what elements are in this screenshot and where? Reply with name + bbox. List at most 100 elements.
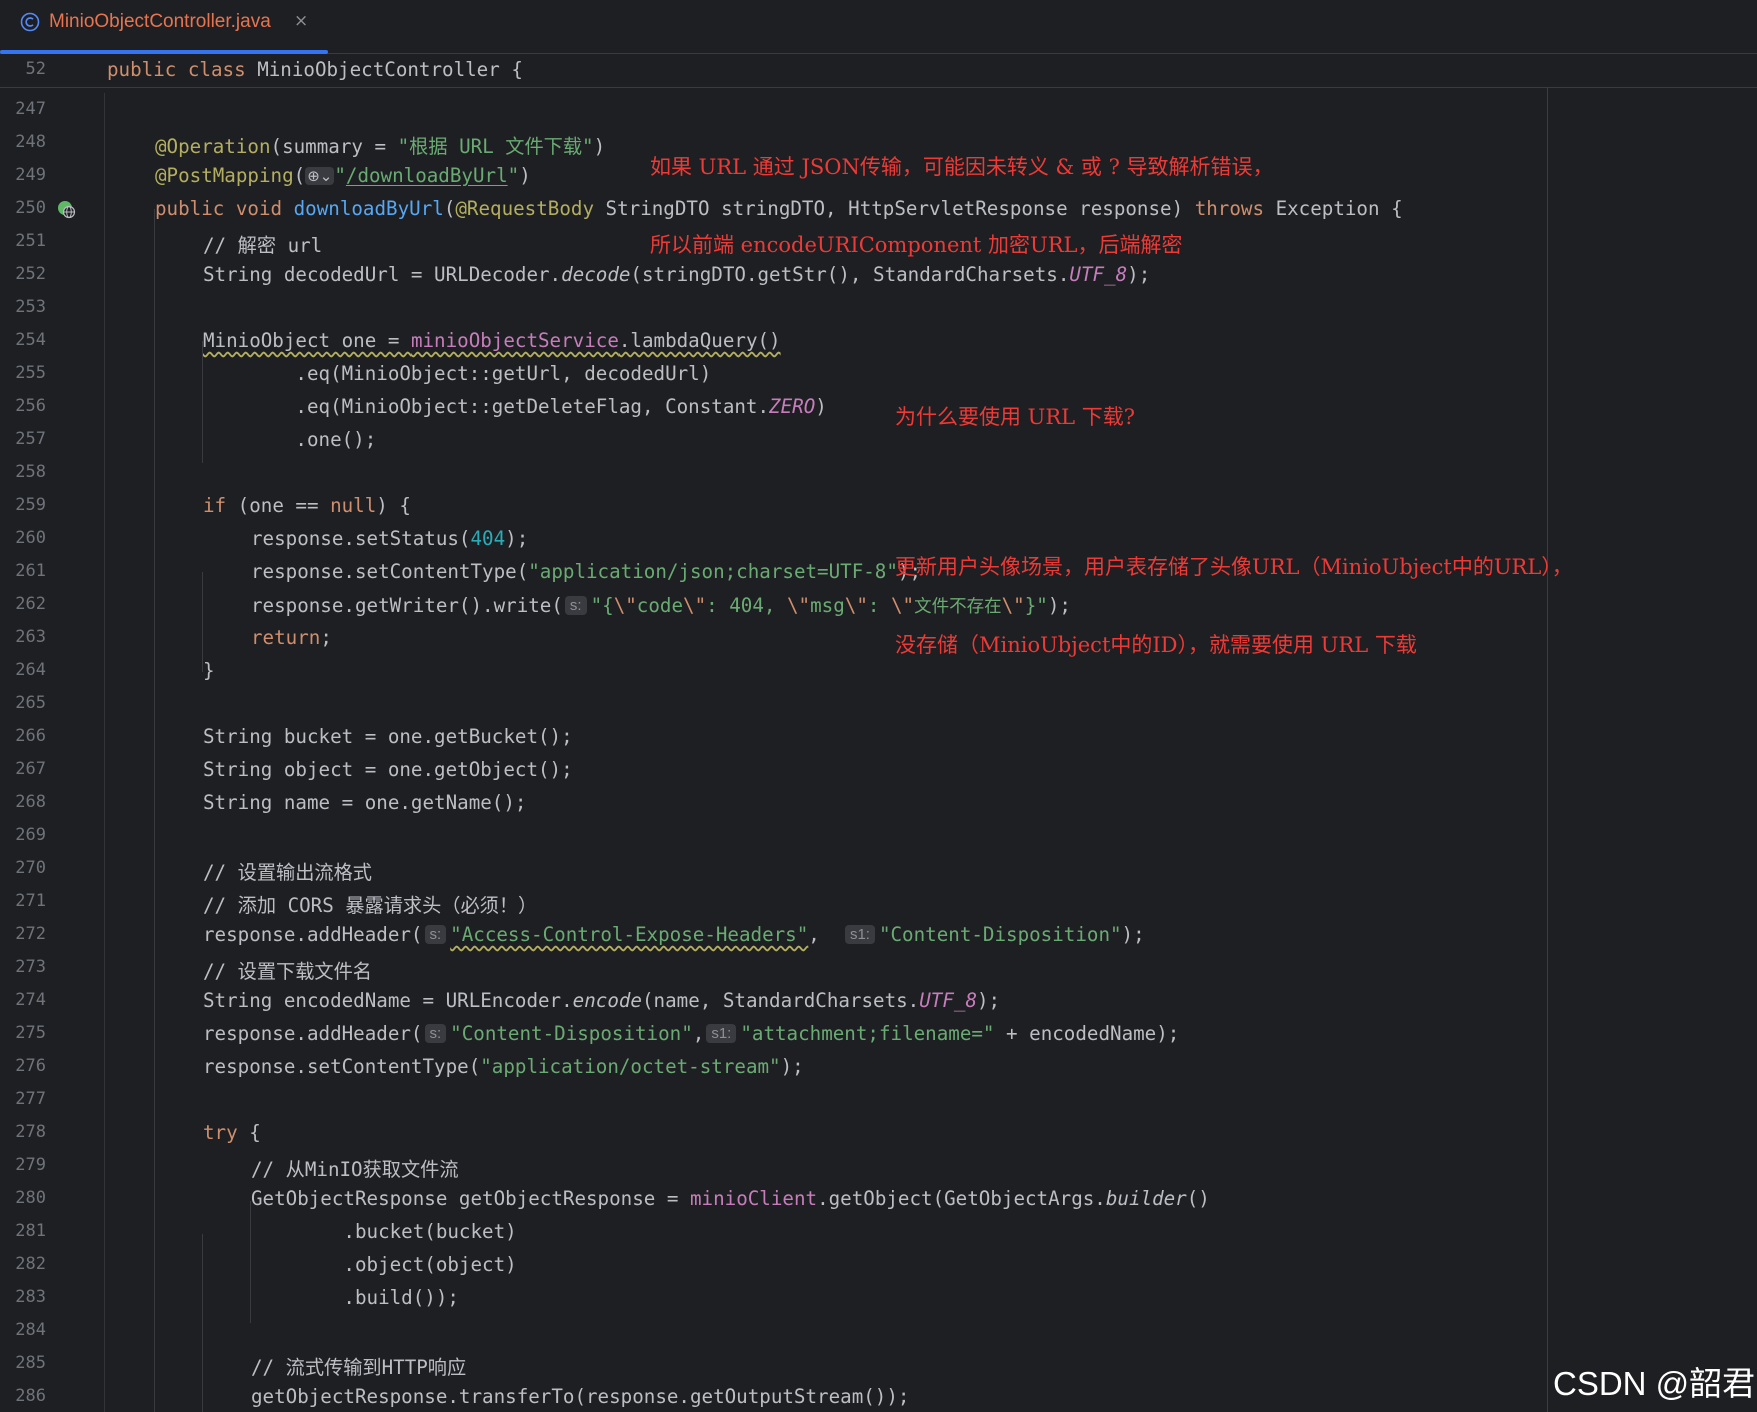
line-number: 257 <box>15 429 46 449</box>
line-number: 275 <box>15 1023 46 1043</box>
code-text: @PostMapping(⊕⌄ "/downloadByUrl") <box>155 164 531 187</box>
code-text: .object(object) <box>251 1253 517 1276</box>
line-number: 284 <box>15 1320 46 1340</box>
line-number: 270 <box>15 858 46 878</box>
code-comment: // 设置下载文件名 <box>203 960 372 983</box>
code-line[interactable]: 266 String bucket = one.getBucket(); <box>0 720 1757 753</box>
code-text: String bucket = one.getBucket(); <box>203 725 573 748</box>
code-text: } <box>203 659 215 682</box>
parameter-hint: s: <box>424 925 447 944</box>
code-line[interactable]: 278 try { <box>0 1116 1757 1149</box>
line-number: 283 <box>15 1287 46 1307</box>
code-line[interactable]: 282 .object(object) <box>0 1248 1757 1281</box>
code-line[interactable]: 267 String object = one.getObject(); <box>0 753 1757 786</box>
line-number: 265 <box>15 693 46 713</box>
annotation-title: 为什么要使用 URL 下载? <box>895 405 1136 429</box>
code-text: getObjectResponse.transferTo(response.ge… <box>251 1385 910 1408</box>
code-text: response.addHeader(s: "Content-Dispositio… <box>203 1022 1180 1045</box>
line-number: 258 <box>15 462 46 482</box>
code-line[interactable]: 283 .build()); <box>0 1281 1757 1314</box>
code-line[interactable]: 284 <box>0 1314 1757 1347</box>
code-text: response.setContentType("application/oct… <box>203 1055 804 1078</box>
close-icon[interactable]: × <box>294 11 308 31</box>
parameter-hint: s1: <box>844 925 875 944</box>
class-c-icon <box>20 12 40 32</box>
code-comment: // 解密 url <box>203 234 323 257</box>
code-line[interactable]: 269 <box>0 819 1757 852</box>
code-line[interactable]: 265 <box>0 687 1757 720</box>
line-number: 269 <box>15 825 46 845</box>
code-line[interactable]: 280 GetObjectResponse getObjectResponse … <box>0 1182 1757 1215</box>
code-text: if (one == null) { <box>203 494 411 517</box>
annotation-line: 所以前端 encodeURIComponent 加密URL，后端解密 <box>650 233 1183 257</box>
line-number: 253 <box>15 297 46 317</box>
code-text: String object = one.getObject(); <box>203 758 573 781</box>
line-number: 274 <box>15 990 46 1010</box>
code-text: response.setContentType("application/jso… <box>251 560 922 583</box>
watermark: CSDN @韶君 <box>1553 1365 1756 1402</box>
code-text: .build()); <box>251 1286 459 1309</box>
line-number: 273 <box>15 957 46 977</box>
code-line[interactable]: 286 getObjectResponse.transferTo(respons… <box>0 1380 1757 1412</box>
code-text: String name = one.getName(); <box>203 791 527 814</box>
code-text: MinioObject one = minioObjectService.lam… <box>203 329 781 352</box>
annotation-note-encoding: 如果 URL 通过 JSON传输，可能因未转义 & 或 ? 导致解析错误， 所以… <box>650 102 1274 284</box>
editor-tab-minioobjectcontroller[interactable]: MinioObjectController.java × <box>0 0 328 54</box>
line-number: 285 <box>15 1353 46 1373</box>
parameter-hint: s: <box>424 1024 447 1043</box>
line-number: 259 <box>15 495 46 515</box>
code-line[interactable]: 253 <box>0 291 1757 324</box>
code-text: .eq(MinioObject::getUrl, decodedUrl) <box>203 362 712 385</box>
code-line[interactable]: 270 // 设置输出流格式 <box>0 852 1757 885</box>
line-number: 271 <box>15 891 46 911</box>
code-line[interactable]: 279 // 从MinIO获取文件流 <box>0 1149 1757 1182</box>
line-number: 249 <box>15 165 46 185</box>
endpoint-globe-icon[interactable] <box>56 199 76 219</box>
line-number: 277 <box>15 1089 46 1109</box>
line-number: 251 <box>15 231 46 251</box>
line-number: 264 <box>15 660 46 680</box>
line-number: 286 <box>15 1386 46 1406</box>
code-text: try { <box>203 1121 261 1144</box>
code-text: response.setStatus(404); <box>251 527 529 550</box>
code-comment: // 添加 CORS 暴露请求头（必须！） <box>203 894 538 917</box>
code-text: response.addHeader(s: "Access-Control-Exp… <box>203 923 1145 946</box>
code-line[interactable]: 276 response.setContentType("application… <box>0 1050 1757 1083</box>
code-line[interactable]: 273 // 设置下载文件名 <box>0 951 1757 984</box>
line-number: 278 <box>15 1122 46 1142</box>
line-number: 281 <box>15 1221 46 1241</box>
line-number: 280 <box>15 1188 46 1208</box>
code-text: public class MinioObjectController { <box>107 58 523 81</box>
code-line[interactable]: 281 .bucket(bucket) <box>0 1215 1757 1248</box>
line-number: 268 <box>15 792 46 812</box>
sticky-class-header[interactable]: 52 public class MinioObjectController { <box>0 54 1757 88</box>
line-number: 276 <box>15 1056 46 1076</box>
annotation-line: 如果 URL 通过 JSON传输，可能因未转义 & 或 ? 导致解析错误， <box>650 155 1274 179</box>
annotation-note-why-url: 为什么要使用 URL 下载? 更新用户头像场景，用户表存储了头像URL（Mini… <box>895 352 1573 684</box>
code-editor[interactable]: 247 248 @Operation(summary = "根据 URL 文件下… <box>0 87 1757 1412</box>
line-number: 260 <box>15 528 46 548</box>
line-number: 52 <box>25 59 46 79</box>
line-number: 262 <box>15 594 46 614</box>
code-line[interactable]: 272 response.addHeader(s: "Access-Control… <box>0 918 1757 951</box>
parameter-hint: s: <box>564 596 587 615</box>
code-comment: // 流式传输到HTTP响应 <box>251 1356 467 1379</box>
code-line[interactable]: 274 String encodedName = URLEncoder.enco… <box>0 984 1757 1017</box>
code-text: .eq(MinioObject::getDeleteFlag, Constant… <box>203 395 827 418</box>
line-number: 263 <box>15 627 46 647</box>
code-line[interactable]: 268 String name = one.getName(); <box>0 786 1757 819</box>
line-number: 279 <box>15 1155 46 1175</box>
line-number: 261 <box>15 561 46 581</box>
code-line[interactable]: 285 // 流式传输到HTTP响应 <box>0 1347 1757 1380</box>
code-line[interactable]: 277 <box>0 1083 1757 1116</box>
code-comment: // 设置输出流格式 <box>203 861 372 884</box>
line-number: 282 <box>15 1254 46 1274</box>
line-number: 247 <box>15 99 46 119</box>
annotation-line: 更新用户头像场景，用户表存储了头像URL（MinioUbject中的URL）， <box>895 555 1573 579</box>
code-line[interactable]: 271 // 添加 CORS 暴露请求头（必须！） <box>0 885 1757 918</box>
endpoint-link[interactable]: /downloadByUrl <box>346 164 508 187</box>
parameter-hint: s1: <box>706 1024 737 1043</box>
globe-icon[interactable]: ⊕⌄ <box>305 167 335 185</box>
code-line[interactable]: 275 response.addHeader(s: "Content-Dispos… <box>0 1017 1757 1050</box>
line-number: 248 <box>15 132 46 152</box>
